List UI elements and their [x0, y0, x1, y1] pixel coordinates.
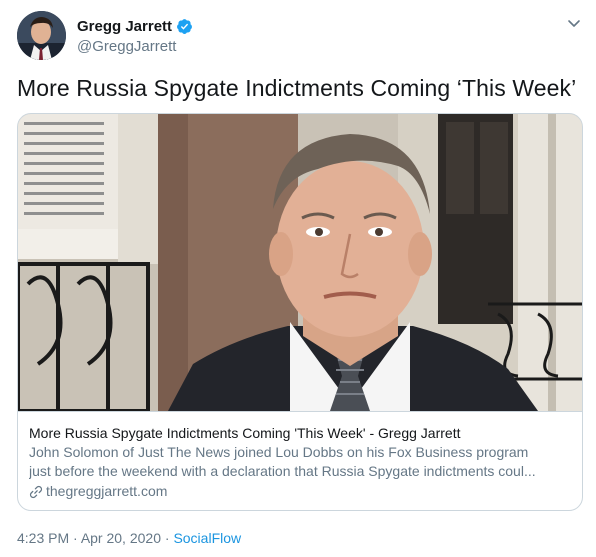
meta-separator: · — [69, 530, 81, 546]
link-icon — [29, 484, 43, 499]
tweet-text: More Russia Spygate Indictments Coming ‘… — [17, 75, 577, 101]
tweet-source[interactable]: SocialFlow — [173, 530, 241, 546]
avatar[interactable] — [17, 11, 66, 60]
tweet-date[interactable]: Apr 20, 2020 — [81, 530, 161, 546]
card-domain[interactable]: thegreggjarrett.com — [29, 481, 573, 501]
link-card[interactable]: More Russia Spygate Indictments Coming '… — [17, 113, 583, 511]
tweet-header: Gregg Jarrett @GreggJarrett — [17, 11, 582, 61]
card-body: More Russia Spygate Indictments Coming '… — [18, 411, 582, 510]
tweet-meta: 4:23 PM · Apr 20, 2020 · SocialFlow — [17, 530, 241, 546]
avatar-image — [17, 11, 66, 60]
author-name[interactable]: Gregg Jarrett — [77, 18, 172, 35]
tweet-time[interactable]: 4:23 PM — [17, 530, 69, 546]
verified-badge-icon — [176, 18, 193, 35]
chevron-down-icon[interactable] — [566, 15, 582, 31]
card-description-line-2: just before the weekend with a declarati… — [29, 463, 536, 479]
card-domain-text: thegreggjarrett.com — [46, 483, 168, 499]
meta-separator: · — [160, 530, 174, 546]
card-title[interactable]: More Russia Spygate Indictments Coming '… — [29, 424, 573, 443]
author-handle[interactable]: @GreggJarrett — [77, 38, 193, 55]
card-description-line-1: John Solomon of Just The News joined Lou… — [29, 444, 529, 460]
card-image[interactable] — [18, 114, 582, 411]
